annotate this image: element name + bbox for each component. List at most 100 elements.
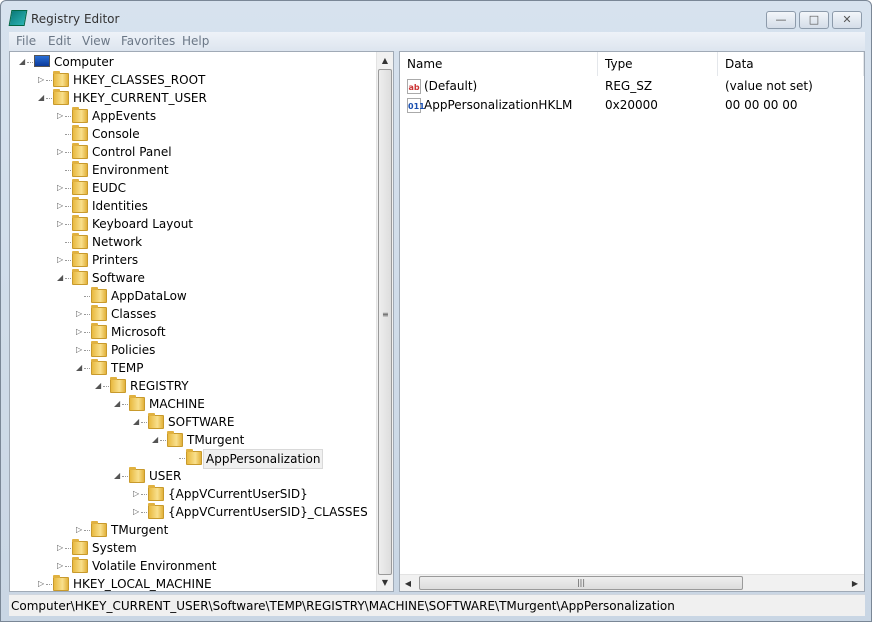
folder-icon [148,413,164,429]
tree-item[interactable]: ▷ HKEY_LOCAL_MACHINE [10,575,376,591]
tree-item-label: EUDC [92,181,126,195]
menu-bar: File Edit View Favorites Help [9,32,865,51]
menu-file[interactable]: File [16,34,36,48]
scroll-left-arrow-icon[interactable]: ◀ [400,575,416,591]
folder-icon [72,557,88,573]
scroll-up-arrow-icon[interactable]: ▲ [377,52,393,69]
value-name: (Default) [424,79,478,93]
tree-item[interactable]: ◢ SOFTWARE [10,413,376,431]
tree-item-label: Printers [92,253,139,267]
menu-edit[interactable]: Edit [48,34,71,48]
folder-icon [167,431,183,447]
menu-help[interactable]: Help [182,34,209,48]
column-header-type[interactable]: Type [598,52,718,76]
scroll-down-arrow-icon[interactable]: ▼ [377,574,393,591]
tree-item[interactable]: ◢ TMurgent [10,431,376,449]
tree-item-label: AppPersonalization [203,449,324,469]
tree-item[interactable]: ◢ TEMP [10,359,376,377]
status-bar-path: Computer\HKEY_CURRENT_USER\Software\TEMP… [9,594,865,616]
tree-item-label: MACHINE [149,397,205,411]
tree-item-label: Policies [111,343,156,357]
minimize-button[interactable]: — [766,11,796,29]
tree-item[interactable]: AppDataLow [10,287,376,305]
tree-item[interactable]: ▷ {AppVCurrentUserSID} [10,485,376,503]
tree-item[interactable]: ▷ Classes [10,305,376,323]
tree-item[interactable]: ▷ Microsoft [10,323,376,341]
folder-icon [129,395,145,411]
tree-item[interactable]: ▷ Policies [10,341,376,359]
tree-item[interactable]: AppPersonalization [10,449,376,469]
tree-item[interactable]: ▷ Printers [10,251,376,269]
tree-item[interactable]: ▷ Identities [10,197,376,215]
tree-item-label: {AppVCurrentUserSID}_CLASSES [168,505,368,519]
folder-icon [186,449,202,465]
folder-icon [129,467,145,483]
scrollbar-thumb[interactable]: ||| [419,576,743,590]
computer-icon [34,55,50,67]
binary-value-icon: 011 [407,98,425,113]
values-list[interactable]: Name Type Data ab (Default) REG_SZ (valu… [399,51,865,592]
column-header-data[interactable]: Data [718,52,864,76]
tree-item[interactable]: Network [10,233,376,251]
menu-favorites[interactable]: Favorites [121,34,175,48]
tree-item[interactable]: ▷ EUDC [10,179,376,197]
tree-item[interactable]: ◢ Software [10,269,376,287]
folder-icon [91,287,107,303]
tree-item-label: REGISTRY [130,379,189,393]
folder-icon [148,485,164,501]
tree-item-label: Microsoft [111,325,166,339]
tree-item-label: Classes [111,307,157,321]
tree-item[interactable]: ◢ MACHINE [10,395,376,413]
folder-icon [72,107,88,123]
tree-item[interactable]: Environment [10,161,376,179]
tree-item-label: Software [92,271,145,285]
folder-icon [72,251,88,267]
close-button[interactable]: ✕ [832,11,862,29]
tree-vertical-scrollbar[interactable]: ▲ ≡ ▼ [376,52,393,591]
registry-editor-icon [8,10,28,26]
scrollbar-thumb[interactable]: ≡ [378,69,392,575]
column-header-name[interactable]: Name [400,52,598,76]
tree-item[interactable]: ◢ Computer [10,53,376,71]
value-name: AppPersonalizationHKLM [424,98,573,112]
tree-item[interactable]: Console [10,125,376,143]
string-value-icon: ab [407,79,421,94]
tree-item-label: Keyboard Layout [92,217,194,231]
tree-item[interactable]: ◢ HKEY_CURRENT_USER [10,89,376,107]
tree-item-label: SOFTWARE [168,415,235,429]
tree-item-label: Network [92,235,143,249]
key-tree[interactable]: ▲ ≡ ▼ ◢ Computer ▷ HKEY_CLASSES_ROOT ◢ HKEY_C… [9,51,394,592]
scroll-right-arrow-icon[interactable]: ▶ [847,575,863,591]
folder-icon [72,161,88,177]
tree-item[interactable]: ▷ HKEY_CLASSES_ROOT [10,71,376,89]
folder-icon [91,323,107,339]
folder-icon [91,305,107,321]
menu-view[interactable]: View [82,34,110,48]
tree-item[interactable]: ▷ TMurgent [10,521,376,539]
tree-item-label: System [92,541,137,555]
value-row[interactable]: 011 AppPersonalizationHKLM 0x20000 00 00… [400,96,864,115]
folder-icon [110,377,126,393]
tree-item[interactable]: ▷ AppEvents [10,107,376,125]
tree-item[interactable]: ▷ Volatile Environment [10,557,376,575]
tree-item[interactable]: ▷ Control Panel [10,143,376,161]
values-horizontal-scrollbar[interactable]: ◀ ||| ▶ [400,574,864,591]
tree-item-label: HKEY_CLASSES_ROOT [73,73,206,87]
value-data: (value not set) [725,79,813,93]
tree-item-label: HKEY_LOCAL_MACHINE [73,577,212,591]
folder-icon [53,89,69,105]
tree-item[interactable]: ▷ System [10,539,376,557]
tree-item[interactable]: ◢ USER [10,467,376,485]
window-title: Registry Editor [31,12,120,26]
folder-icon [53,71,69,87]
tree-item[interactable]: ◢ REGISTRY [10,377,376,395]
tree-item[interactable]: ▷ Keyboard Layout [10,215,376,233]
tree-item-label: HKEY_CURRENT_USER [73,91,207,105]
tree-item-label: USER [149,469,182,483]
folder-icon [72,143,88,159]
tree-item-label: Volatile Environment [92,559,217,573]
tree-item[interactable]: ▷ {AppVCurrentUserSID}_CLASSES [10,503,376,521]
folder-icon [72,125,88,141]
value-row[interactable]: ab (Default) REG_SZ (value not set) [400,77,864,96]
maximize-button[interactable]: □ [799,11,829,29]
